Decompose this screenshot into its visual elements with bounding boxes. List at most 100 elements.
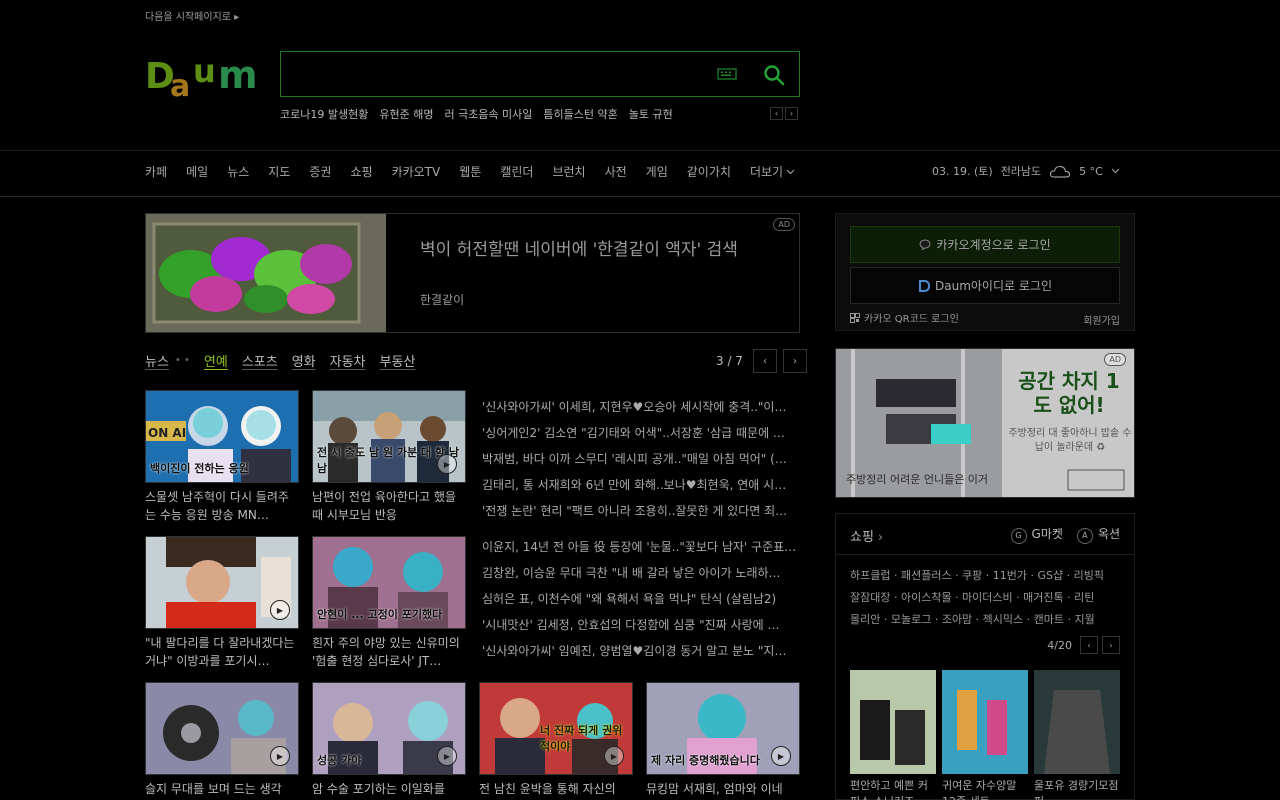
chevron-right-icon[interactable]: › (782, 349, 807, 373)
shopping-item-image[interactable] (1034, 670, 1120, 774)
news-thumbnail-caption[interactable]: 전 남친 윤박을 통해 자신의 (479, 780, 633, 800)
tab-entertainment[interactable]: 연예 (204, 351, 228, 370)
news-thumbnail[interactable]: ON AI 백이진이 전하는 응원 (145, 390, 299, 483)
nav-item-calendar[interactable]: 캘린더 (500, 163, 533, 180)
tab-car[interactable]: 자동차 (330, 351, 366, 370)
shopping-title-link[interactable]: 쇼핑 › (850, 526, 883, 545)
news-thumbnail[interactable]: ▶ (145, 536, 299, 629)
headline-item[interactable]: '싱어게인2' 김소연 "김기태와 어색"..서장훈 '삼급 때문에 … (482, 420, 797, 446)
shopping-divider (836, 554, 1134, 555)
nav-item-news[interactable]: 뉴스 (227, 163, 249, 180)
nav-more-button[interactable]: 더보기 (750, 163, 795, 180)
tab-sports[interactable]: 스포츠 (242, 351, 278, 370)
set-start-page-link[interactable]: 다음을 시작페이지로 ▸ (145, 8, 239, 23)
shopping-link-row[interactable]: 몰리안 · 모놀로그 · 조아맘 · 젝시믹스 · 캔마트 · 지월 (850, 609, 1125, 631)
nav-item-game[interactable]: 게임 (646, 163, 668, 180)
daum-logo[interactable]: D a u m (145, 52, 263, 104)
side-ad-subtext: 주방정리 대 좋아하니 밥솥 수납이 놀라운데 ♻ (1008, 428, 1132, 453)
news-thumbnail[interactable]: 성공 가야 ▶ (312, 682, 466, 775)
daum-login-label: Daum아이디로 로그인 (935, 279, 1052, 293)
ad-banner[interactable]: 벽이 허전할땐 네이버에 '한결같이 액자' 검색 한결같이 AD (145, 213, 800, 333)
tab-movie[interactable]: 영화 (292, 351, 316, 370)
kakao-login-label: 카카오계정으로 로그인 (936, 238, 1051, 252)
qr-login-link[interactable]: 카카오 QR코드 로그인 (850, 310, 959, 325)
nav-item-webtoon[interactable]: 웹툰 (459, 163, 481, 180)
gmarket-link[interactable]: G G마켓 (1010, 525, 1063, 544)
trending-keyword[interactable]: 틈히들스턴 약혼 (543, 106, 617, 122)
nav-item-kakaotv[interactable]: 카카오TV (392, 163, 441, 180)
headline-item[interactable]: '시내맛산' 김세정, 안효섭의 다정함에 심쿵 "진짜 사랑에 … (482, 612, 797, 638)
shopping-item-image[interactable] (942, 670, 1028, 774)
kakao-login-button[interactable]: 카카오계정으로 로그인 (850, 226, 1120, 263)
news-thumbnail-caption[interactable]: 암 수술 포기하는 이일화를 (312, 780, 466, 800)
news-thumbnail-caption[interactable]: "내 팔다리를 다 잘라내겠다는 거냐" 이방과를 포기시… (145, 634, 299, 670)
ad-image[interactable] (146, 214, 386, 332)
chevron-right-icon: › (878, 530, 883, 544)
shopping-title: 쇼핑 (850, 530, 874, 545)
headline-item[interactable]: 심허은 표, 이천수에 "왜 욕해서 욕을 먹냐" 탄식 (살림남2) (482, 586, 797, 612)
nav-item-together[interactable]: 같이가치 (687, 163, 731, 180)
nav-item-cafe[interactable]: 카페 (145, 163, 167, 180)
tab-news[interactable]: 뉴스 (145, 351, 169, 370)
chevron-left-icon[interactable]: ‹ (770, 107, 783, 120)
trending-keyword[interactable]: 놀토 규현 (629, 106, 673, 122)
chevron-down-icon (786, 169, 795, 174)
service-nav: 카페 메일 뉴스 지도 증권 쇼핑 카카오TV 웹툰 캘린더 브런치 사전 게임… (145, 163, 795, 180)
svg-text:m: m (218, 53, 258, 97)
shopping-item-caption[interactable]: 울포유 경량기모점퍼 (1034, 778, 1120, 800)
headline-item[interactable]: '신사와아가씨' 임예진, 양범열♥김이경 동거 알고 분노 "지… (482, 638, 797, 664)
daum-d-icon (919, 279, 930, 292)
shopping-item-caption[interactable]: 귀여운 자수양말 12종 세트 (942, 778, 1028, 800)
trending-keyword[interactable]: 유현준 해명 (379, 106, 433, 122)
chevron-right-icon[interactable]: › (785, 107, 798, 120)
gmarket-logo-icon: G (1010, 527, 1027, 544)
trending-keyword[interactable]: 코로나19 발생현황 (280, 106, 368, 122)
shopping-links: 하프클럽 · 패션플러스 · 쿠팡 · 11번가 · GS샵 · 리빙픽 잘잠대… (850, 565, 1125, 631)
nav-item-dictionary[interactable]: 사전 (605, 163, 627, 180)
daum-login-button[interactable]: Daum아이디로 로그인 (850, 267, 1120, 304)
shopping-link-row[interactable]: 잘잠대장 · 아이스착몰 · 마이더스비 · 매거진톡 · 리틴 (850, 587, 1125, 609)
news-thumbnail[interactable]: ▶ (145, 682, 299, 775)
news-pager: 3 / 7 ‹ › (716, 349, 807, 373)
side-ad[interactable]: 공간 차지 1도 없어! 주방정리 대 좋아하니 밥솥 수납이 놀라운데 ♻ 주… (835, 348, 1135, 498)
news-thumbnail-caption[interactable]: 남편이 전업 육아한다고 했을 때 시부모님 반응 (312, 488, 466, 524)
weather-widget[interactable]: 03. 19. (토) 전라남도 5 °C (932, 163, 1120, 179)
nav-item-brunch[interactable]: 브런치 (552, 163, 585, 180)
nav-item-shopping[interactable]: 쇼핑 (350, 163, 372, 180)
news-thumbnail-caption[interactable]: 슬지 무대를 보며 드는 생각 (145, 780, 299, 800)
headline-item[interactable]: 박재범, 바다 이까 스무디 '레시피 공개.."매일 아침 먹어" (… (482, 446, 797, 472)
shopping-box: 쇼핑 › G G마켓 A 옥션 하프클럽 · 패션플러스 · 쿠팡 · 11번가 ·… (835, 513, 1135, 800)
news-thumbnail[interactable]: 제 자리 증명해줬습니다 ▶ (646, 682, 800, 775)
shopping-link-row[interactable]: 하프클럽 · 패션플러스 · 쿠팡 · 11번가 · GS샵 · 리빙픽 (850, 565, 1125, 587)
tab-realestate[interactable]: 부동산 (380, 351, 416, 370)
nav-item-mail[interactable]: 메일 (186, 163, 208, 180)
chevron-left-icon[interactable]: ‹ (1080, 636, 1098, 654)
headline-item[interactable]: 이윤지, 14년 전 아들 役 등장에 '눈물.."꽃보다 남자' 구준표… (482, 534, 797, 560)
headline-item[interactable]: 김창완, 이승윤 무대 극찬 "내 배 갈라 낳은 아이가 노래하… (482, 560, 797, 586)
search-icon[interactable] (763, 64, 785, 86)
news-thumbnail[interactable]: 안현이 ... 고정이 포기했다 (312, 536, 466, 629)
shopping-item-image[interactable] (850, 670, 936, 774)
shopping-item-caption[interactable]: 편안하고 예쁜 커피스 스니커즈 (850, 778, 936, 800)
news-thumbnail-caption[interactable]: 스물셋 남주혁이 다시 들려주는 수능 응원 방송 MN… (145, 488, 299, 524)
thumbnail-overlay-text: 안현이 ... 고정이 포기했다 (317, 608, 443, 621)
trending-keyword[interactable]: 러 극초음속 미사일 (444, 106, 532, 122)
headline-item[interactable]: '신사와아가씨' 이세희, 지현우♥오승아 세시작에 충격.."이… (482, 394, 797, 420)
side-ad-caption: 주방정리 어려운 언니들은 이거 (846, 473, 989, 486)
news-thumbnail-caption[interactable]: 흰자 주의 야망 있는 신유미의 '험출 현정 심다로사' JT… (312, 634, 466, 670)
news-thumbnail[interactable]: 전 시 출도 남 원 가분 대 할 남 남 ▶ (312, 390, 466, 483)
auction-link[interactable]: A 옥션 (1076, 525, 1120, 544)
chevron-right-icon[interactable]: › (1102, 636, 1120, 654)
search-input[interactable] (291, 61, 711, 89)
signup-link[interactable]: 회원가입 (1083, 312, 1120, 327)
news-thumbnail[interactable]: 너 진짜 되게 권위적이야 ▶ (479, 682, 633, 775)
headline-item[interactable]: '전쟁 논란' 현리 "팩트 아니라 조용히..잘못한 게 있다면 죄… (482, 498, 797, 524)
headline-item[interactable]: 김태리, 통 서재희와 6년 만에 화해..보나♥최현욱, 연애 시… (482, 472, 797, 498)
nav-item-stock[interactable]: 증권 (309, 163, 331, 180)
chevron-down-icon[interactable] (1111, 168, 1120, 174)
news-thumbnail-caption[interactable]: 뮤킹맘 서재희, 엄마와 이네 (646, 780, 800, 800)
ad-headline[interactable]: 벽이 허전할땐 네이버에 '한결같이 액자' 검색 (420, 238, 760, 262)
nav-item-map[interactable]: 지도 (268, 163, 290, 180)
keyboard-icon[interactable] (717, 66, 737, 82)
chevron-left-icon[interactable]: ‹ (752, 349, 777, 373)
